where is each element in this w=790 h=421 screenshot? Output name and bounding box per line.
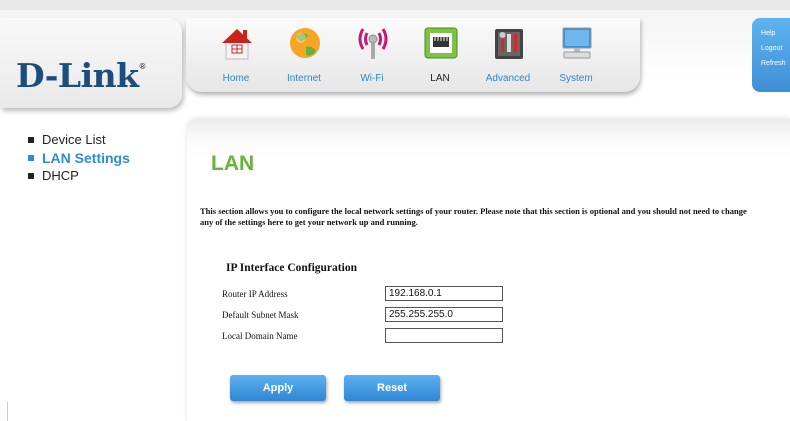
refresh-link[interactable]: Refresh bbox=[752, 56, 790, 71]
domain-name-input[interactable] bbox=[385, 328, 503, 343]
domain-name-label: Local Domain Name bbox=[222, 331, 298, 341]
help-link[interactable]: Help bbox=[752, 26, 790, 41]
main-nav: Home Internet Wi-Fi LAN Advanced System bbox=[186, 18, 640, 92]
nav-internet-label: Internet bbox=[287, 73, 321, 84]
nav-internet[interactable]: Internet bbox=[270, 18, 338, 92]
nav-lan[interactable]: LAN bbox=[406, 18, 474, 92]
home-icon bbox=[222, 29, 252, 60]
logout-link[interactable]: Logout bbox=[752, 41, 790, 56]
subnet-mask-input[interactable] bbox=[385, 307, 503, 322]
nav-wifi[interactable]: Wi-Fi bbox=[338, 18, 406, 92]
globe-icon bbox=[290, 28, 320, 58]
nav-home[interactable]: Home bbox=[202, 18, 270, 92]
reset-button[interactable]: Reset bbox=[344, 375, 440, 401]
nav-home-label: Home bbox=[222, 73, 250, 84]
nav-system[interactable]: System bbox=[542, 18, 610, 92]
subnet-mask-label: Default Subnet Mask bbox=[222, 310, 299, 320]
nav-advanced-label: Advanced bbox=[485, 73, 531, 84]
wifi-icon bbox=[358, 28, 388, 59]
divider bbox=[7, 402, 8, 421]
leftnav-lan-settings[interactable]: LAN Settings bbox=[28, 149, 130, 167]
dlink-logo: D-Link® bbox=[16, 56, 145, 95]
leftnav-device-list[interactable]: Device List bbox=[28, 131, 130, 149]
page-title: LAN bbox=[211, 152, 255, 175]
page-description: This section allows you to configure the… bbox=[200, 206, 747, 227]
router-ip-label: Router IP Address bbox=[222, 289, 288, 299]
apply-button[interactable]: Apply bbox=[230, 375, 326, 401]
utility-buttons: Help Logout Refresh bbox=[752, 18, 790, 92]
router-ip-input[interactable] bbox=[385, 286, 503, 301]
leftnav-dhcp[interactable]: DHCP bbox=[28, 167, 130, 185]
nav-advanced[interactable]: Advanced bbox=[474, 18, 542, 92]
nav-wifi-label: Wi-Fi bbox=[360, 73, 384, 84]
left-nav: Device List LAN Settings DHCP bbox=[28, 131, 130, 185]
nav-lan-label: LAN bbox=[430, 73, 450, 84]
section-title: IP Interface Configuration bbox=[226, 262, 357, 274]
tools-icon bbox=[495, 29, 523, 59]
nav-system-label: System bbox=[559, 73, 593, 84]
top-band bbox=[0, 0, 790, 10]
lan-icon bbox=[424, 27, 458, 59]
content-panel: LAN This section allows you to configure… bbox=[187, 118, 790, 421]
logo-panel: D-Link® bbox=[0, 18, 182, 108]
computer-icon bbox=[562, 27, 592, 59]
